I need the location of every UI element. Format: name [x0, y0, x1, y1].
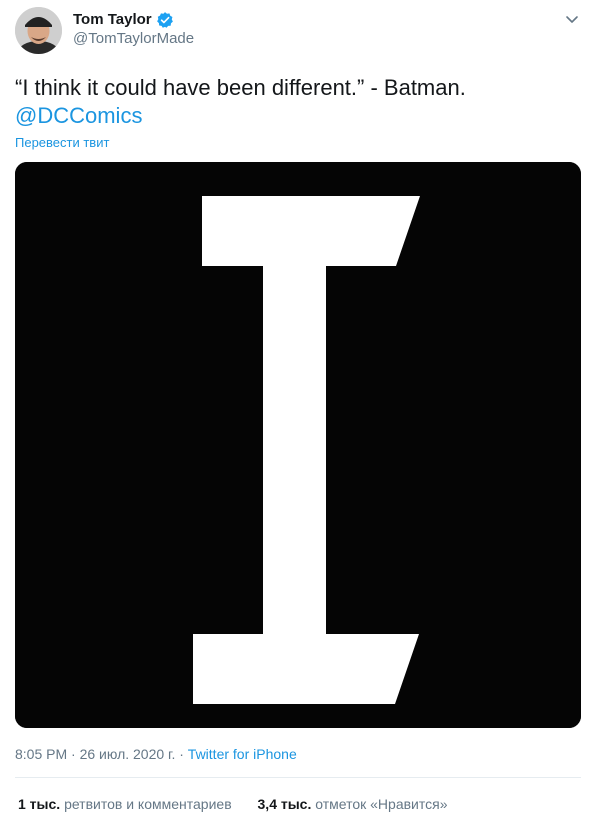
author-name[interactable]: Tom Taylor	[73, 11, 174, 29]
meta-separator: ·	[71, 746, 76, 762]
tweet-date[interactable]: 26 июл. 2020 г.	[80, 746, 176, 762]
tweet-meta: 8:05 PM · 26 июл. 2020 г. · Twitter for …	[15, 745, 297, 763]
author-name-text[interactable]: Tom Taylor	[73, 11, 152, 29]
divider	[15, 777, 581, 778]
chevron-down-icon[interactable]	[564, 11, 580, 27]
author-handle[interactable]: @TomTaylorMade	[73, 30, 194, 48]
tweet-source-link[interactable]: Twitter for iPhone	[188, 746, 297, 762]
likes-stat[interactable]: 3,4 тыс. отметок «Нравится»	[258, 796, 448, 812]
retweets-count: 1 тыс.	[18, 796, 61, 812]
avatar-photo	[15, 7, 62, 54]
tweet-body: “I think it could have been different.” …	[15, 75, 466, 100]
translate-tweet-link[interactable]: Перевести твит	[15, 135, 109, 151]
verified-badge-icon	[156, 11, 174, 29]
retweets-stat[interactable]: 1 тыс. ретвитов и комментариев	[18, 796, 236, 812]
likes-label: отметок «Нравится»	[315, 796, 448, 812]
tweet-media-image[interactable]	[15, 162, 581, 728]
likes-count: 3,4 тыс.	[257, 796, 312, 812]
tweet-time[interactable]: 8:05 PM	[15, 746, 67, 762]
tweet-text: “I think it could have been different.” …	[15, 74, 575, 130]
retweets-label: ретвитов и комментариев	[64, 796, 232, 812]
mention-link[interactable]: @DCComics	[15, 102, 575, 130]
letter-i-image	[15, 162, 581, 728]
meta-separator: ·	[179, 746, 184, 762]
tweet-stats: 1 тыс. ретвитов и комментариев 3,4 тыс. …	[18, 795, 448, 813]
avatar[interactable]	[15, 7, 62, 54]
